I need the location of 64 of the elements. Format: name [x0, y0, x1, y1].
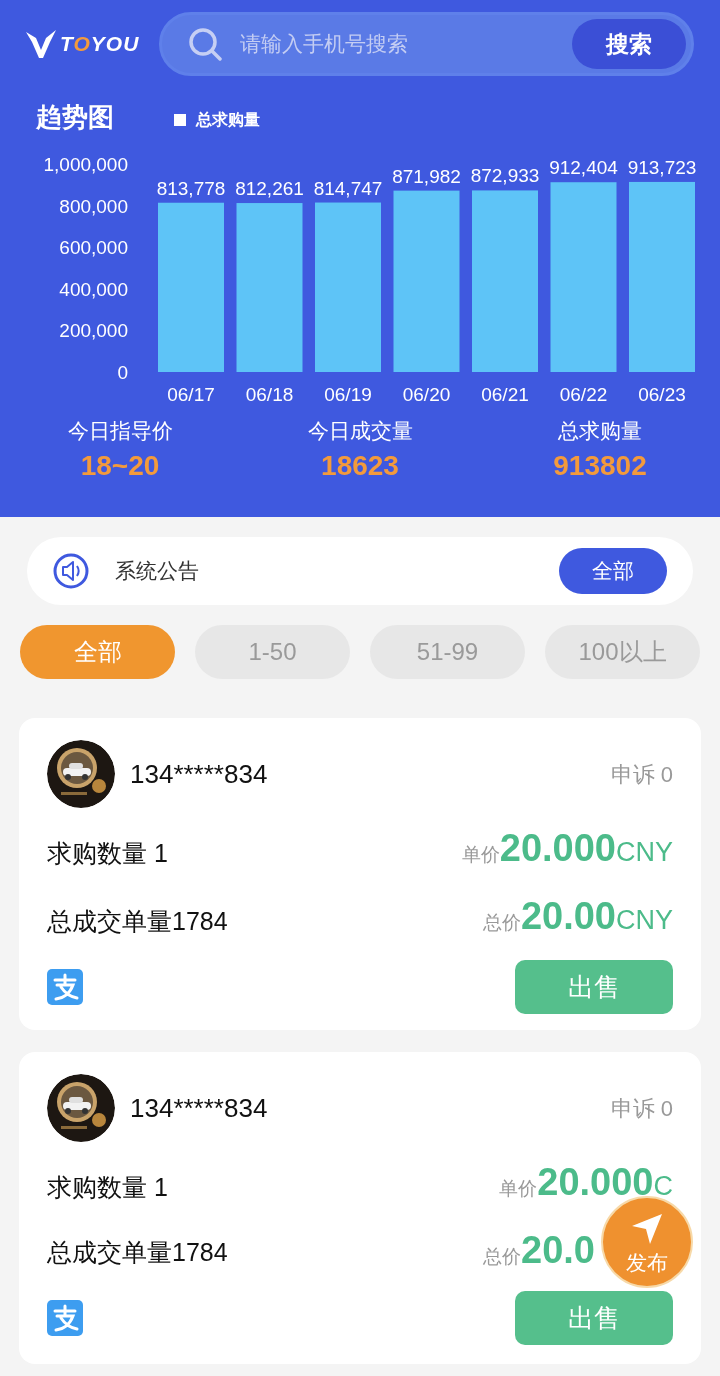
data-label: 813,778: [156, 177, 226, 199]
stat-value: 18623: [321, 448, 399, 483]
alipay-icon: [47, 1300, 83, 1336]
speaker-icon: [53, 553, 89, 589]
total-price: 20.00: [520, 896, 616, 935]
total-orders-text: 总成交单量1784: [47, 1236, 228, 1268]
complaint-count: 申诉 0: [610, 1094, 673, 1123]
x-axis-label: 06/19: [324, 384, 372, 405]
x-axis-label: 06/20: [402, 384, 451, 405]
stat-label: 总求购量: [558, 418, 642, 444]
y-axis-label: 400,000: [59, 278, 128, 300]
data-label: 913,723: [627, 156, 697, 178]
stat-label: 今日成交量: [307, 418, 413, 444]
y-axis-label: 1,000,000: [43, 154, 128, 175]
total-price-label: 总价: [482, 910, 521, 935]
search-icon: [188, 27, 223, 61]
search-input[interactable]: 请输入手机号搜索: [240, 28, 572, 60]
data-label: 912,404: [549, 157, 618, 179]
notice-all-button[interactable]: 全部: [559, 548, 667, 594]
filter-tab[interactable]: 全部: [20, 625, 175, 679]
quantity-text: 求购数量 1: [47, 1172, 168, 1203]
y-axis-label: 0: [117, 362, 128, 383]
x-axis-label: 06/21: [481, 384, 529, 405]
quantity-text: 求购数量 1: [47, 838, 168, 869]
logo-text: TOYOU: [60, 31, 140, 58]
complaint-count: 申诉 0: [610, 760, 673, 789]
sell-button[interactable]: 出售: [515, 960, 673, 1014]
y-axis-label: 600,000: [59, 237, 128, 259]
send-icon: [630, 1211, 664, 1246]
total-currency: CNY: [616, 903, 673, 937]
alipay-icon: [47, 969, 83, 1005]
logo-icon: [26, 30, 56, 58]
search-button[interactable]: 搜索: [572, 19, 686, 69]
legend-label: 总求购量: [196, 109, 260, 130]
x-axis-label: 06/23: [638, 384, 686, 405]
legend-marker: [174, 113, 186, 126]
notice-text: 系统公告: [115, 558, 200, 585]
data-label: 814,747: [313, 177, 383, 199]
sell-button[interactable]: 出售: [515, 1291, 673, 1345]
filter-tab[interactable]: 1-50: [195, 625, 350, 679]
phone-number: 134*****834: [130, 757, 268, 791]
phone-number: 134*****834: [130, 1091, 268, 1125]
total-orders-text: 总成交单量1784: [47, 905, 228, 937]
chart-title: 趋势图: [36, 101, 114, 134]
x-axis-label: 06/17: [167, 384, 215, 405]
x-axis-label: 06/22: [559, 384, 608, 405]
data-label: 812,261: [235, 178, 304, 200]
unit-price-label: 单价: [499, 1177, 538, 1201]
stat-label: 今日指导价: [67, 418, 173, 444]
total-price: 20.0: [521, 1230, 595, 1269]
y-axis-label: 800,000: [59, 195, 128, 217]
stat-value: 18~20: [80, 448, 160, 483]
unit-price: 20.000: [499, 829, 616, 867]
filter-tab[interactable]: 100以上: [545, 625, 700, 679]
y-axis-label: 200,000: [59, 320, 128, 342]
unit-currency: CNY: [616, 836, 673, 869]
data-label: 871,982: [392, 165, 461, 187]
search-field[interactable]: 请输入手机号搜索 搜索: [159, 12, 694, 76]
data-label: 872,933: [470, 165, 540, 187]
stat-value: 913802: [553, 448, 647, 483]
filter-tab[interactable]: 51-99: [370, 625, 525, 679]
x-axis-label: 06/18: [245, 384, 294, 405]
total-price-label: 总价: [483, 1244, 522, 1269]
unit-price-label: 单价: [461, 843, 500, 867]
